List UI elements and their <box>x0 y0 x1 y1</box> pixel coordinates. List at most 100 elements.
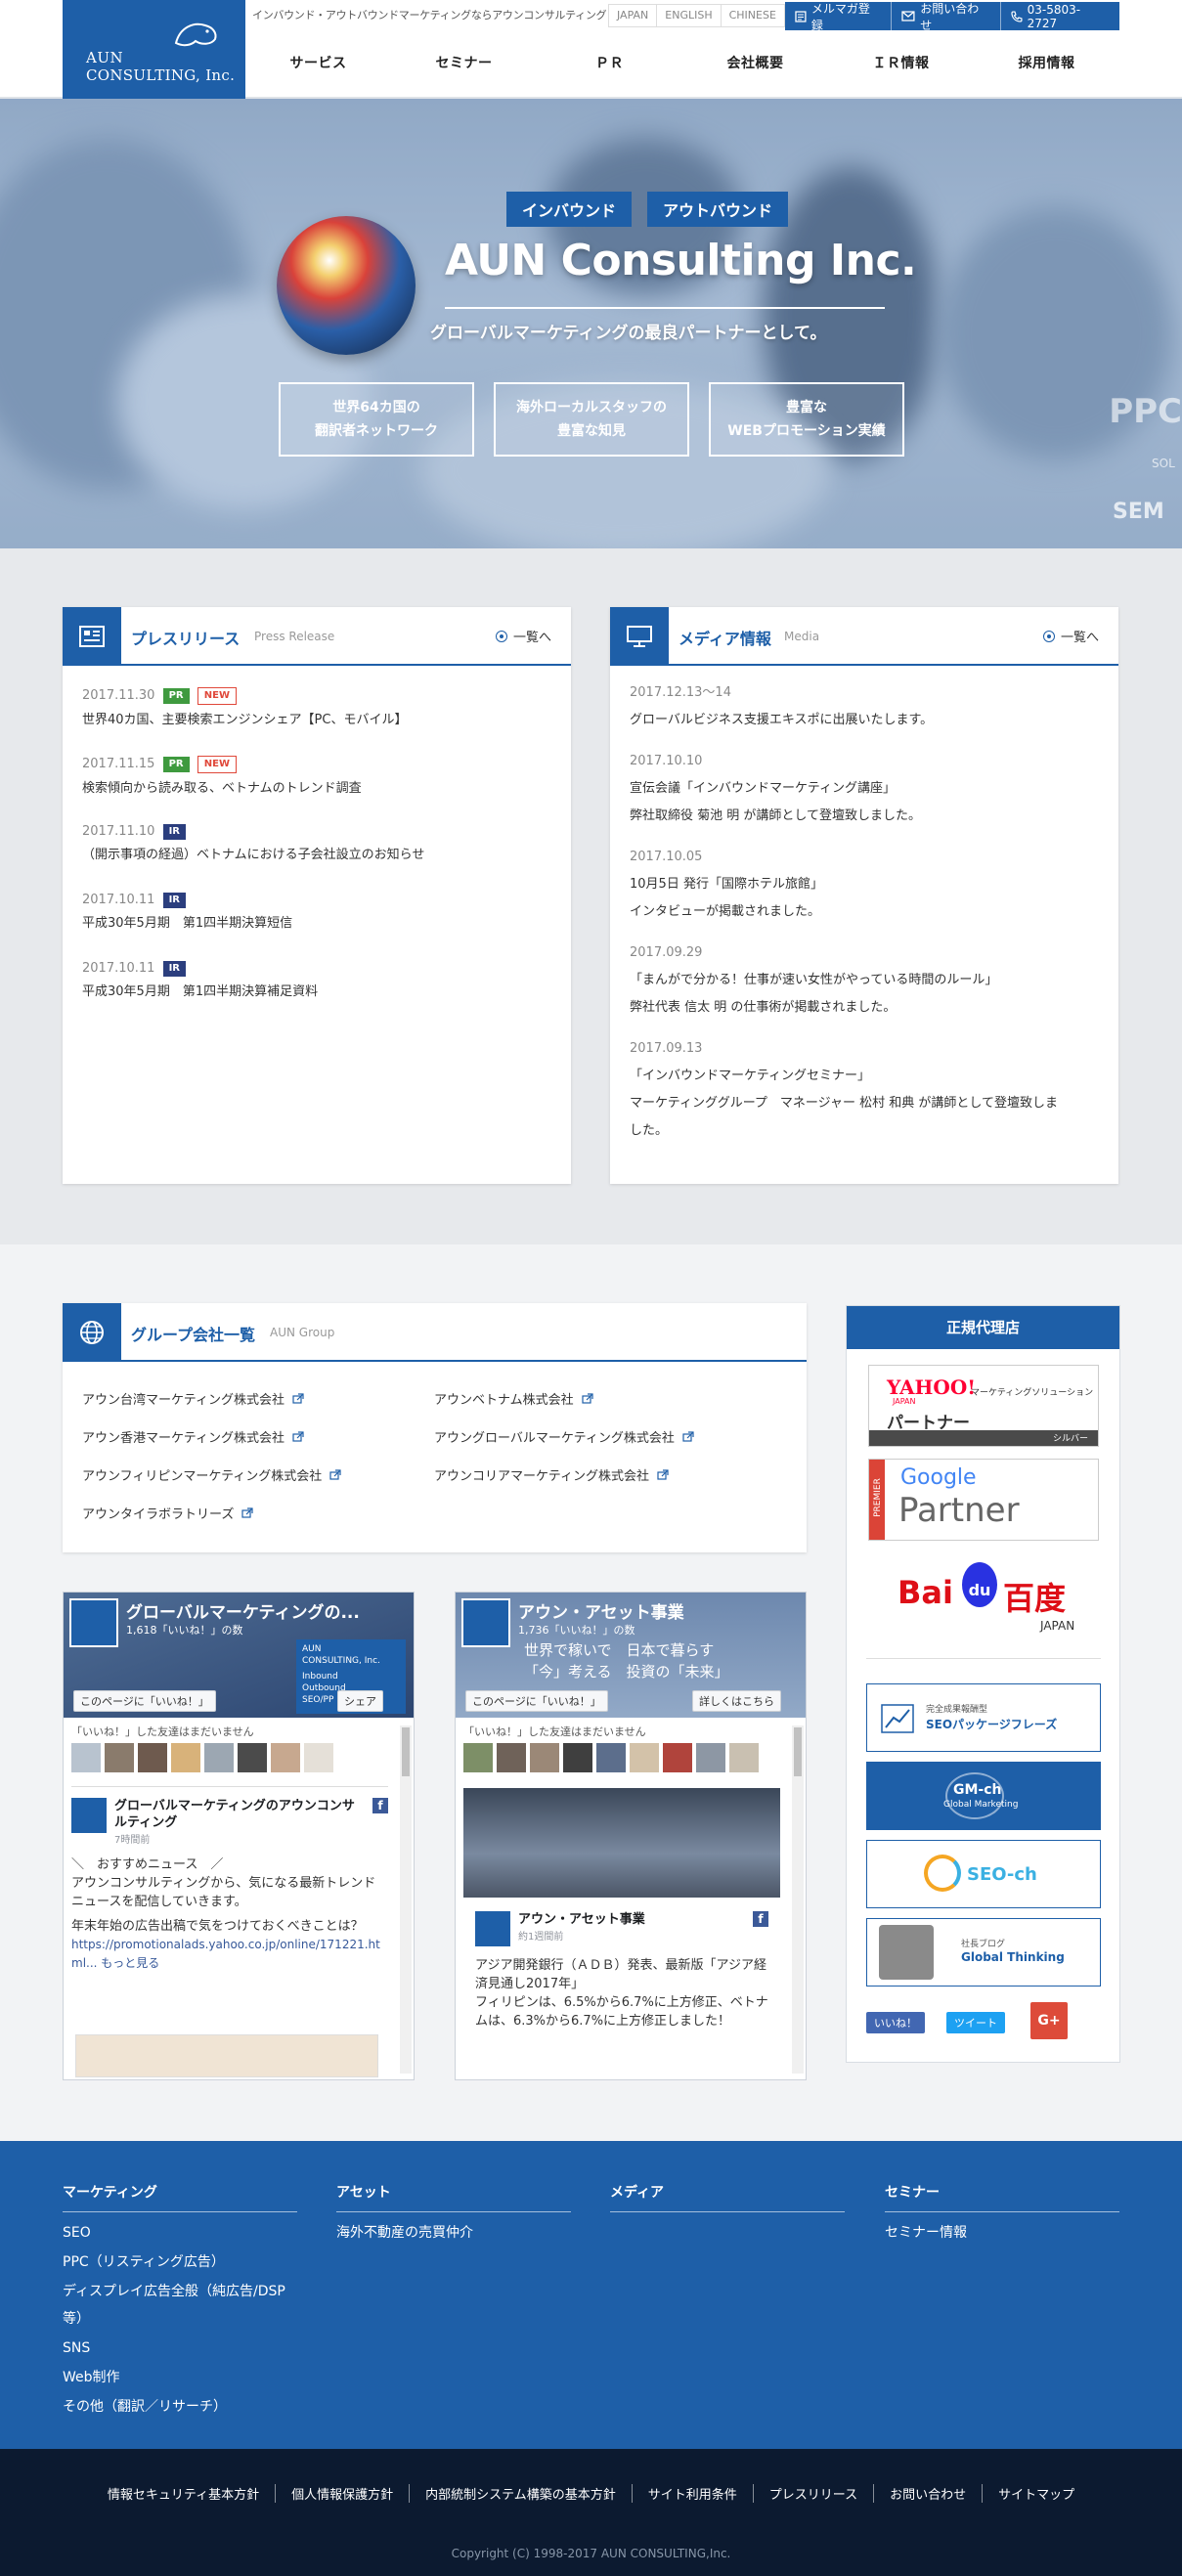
fb-post-image[interactable] <box>75 2034 378 2077</box>
footer-link-sns[interactable]: SNS <box>63 2339 297 2357</box>
lang-japan[interactable]: JAPAN <box>609 5 658 26</box>
footer-bottom-link[interactable]: 内部統制システム構築の基本方針 <box>409 2484 632 2503</box>
press-item[interactable]: 2017.11.10 IR （開示事項の経過）ベトナムにおける子会社設立のお知ら… <box>82 824 561 865</box>
nav-company[interactable]: 会社概要 <box>682 53 828 72</box>
tweet-button[interactable]: ツイート <box>946 2012 1005 2033</box>
footer-link-web[interactable]: Web制作 <box>63 2369 297 2386</box>
media-item[interactable]: 2017.10.05 10月5日 発行「国際ホテル旅館」 インタビューが掲載され… <box>630 844 1109 926</box>
group-link-philippines[interactable]: アウンフィリピンマーケティング株式会社 <box>82 1465 341 1484</box>
footer-link-ppc[interactable]: PPC（リスティング広告） <box>63 2253 297 2271</box>
footer-bottom-link[interactable]: プレスリリース <box>752 2484 873 2503</box>
nav-service[interactable]: サービス <box>245 53 391 72</box>
group-link-thai[interactable]: アウンタイラボラトリーズ <box>82 1504 253 1522</box>
media-item[interactable]: 2017.09.13 「インバウンドマーケティングセミナー」 マーケティンググル… <box>630 1035 1109 1145</box>
avatar[interactable] <box>71 1743 101 1772</box>
yahoo-partner-badge[interactable]: YAHOO! JAPAN マーケティングソリューション パートナー シルバー <box>868 1365 1099 1447</box>
footer-link-seo[interactable]: SEO <box>63 2224 297 2242</box>
fb-like-page-button[interactable]: このページに「いいね！」 <box>73 1690 216 1712</box>
gm-ch-banner[interactable]: GM-ch Global Marketing <box>866 1762 1101 1830</box>
avatar[interactable] <box>696 1743 725 1772</box>
press-item[interactable]: 2017.10.11 IR 平成30年5月期 第1四半期決算短信 <box>82 893 561 934</box>
media-item[interactable]: 2017.10.10 宣伝会議「インバウンドマーケティング講座」 弊社取締役 菊… <box>630 748 1109 830</box>
fb-page-name[interactable]: アウン・アセット事業 <box>518 1598 792 1623</box>
media-item[interactable]: 2017.09.29 「まんがで分かる！仕事が速い女性がやっている時間のルール」… <box>630 939 1109 1022</box>
lang-english[interactable]: ENGLISH <box>657 5 722 26</box>
avatar[interactable] <box>171 1743 200 1772</box>
fb-like-button[interactable]: いいね！ <box>866 2012 925 2033</box>
media-more-link[interactable]: 一覧へ <box>1042 627 1099 645</box>
footer-link-other[interactable]: その他（翻訳／リサーチ） <box>63 2398 297 2416</box>
avatar[interactable] <box>630 1743 659 1772</box>
group-link-taiwan[interactable]: アウン台湾マーケティング株式会社 <box>82 1389 304 1408</box>
phone-button[interactable]: 03-5803-2727 <box>999 2 1119 30</box>
contact-button[interactable]: お問い合わせ <box>891 2 999 32</box>
avatar[interactable] <box>105 1743 134 1772</box>
footer-bottom-link[interactable]: サイト利用条件 <box>631 2484 753 2503</box>
press-item[interactable]: 2017.11.15 PR NEW 検索傾向から読み取る、ベトナムのトレンド調査 <box>82 756 561 799</box>
group-link-vietnam[interactable]: アウンベトナム株式会社 <box>434 1389 593 1408</box>
avatar[interactable] <box>304 1743 333 1772</box>
fb-like-page-button[interactable]: このページに「いいね！」 <box>465 1690 608 1712</box>
footer-bottom-link[interactable]: 情報セキュリティ基本方針 <box>92 2484 275 2503</box>
fb-page-avatar[interactable] <box>69 1598 118 1647</box>
fb-page-name[interactable]: グローバルマーケティングの... <box>126 1598 400 1623</box>
footer-bottom-link[interactable]: お問い合わせ <box>873 2484 982 2503</box>
fb-post-author[interactable]: グローバルマーケティングのアウンコンサルティング <box>71 1798 388 1831</box>
fb-scrollbar[interactable] <box>792 1725 804 2074</box>
press-item[interactable]: 2017.10.11 IR 平成30年5月期 第1四半期決算補足資料 <box>82 961 561 1002</box>
seo-ch-banner[interactable]: SEO-ch <box>866 1840 1101 1908</box>
avatar[interactable] <box>271 1743 300 1772</box>
seo-package-banner[interactable]: 完全成果報酬型 SEOパッケージフレーズ <box>866 1683 1101 1752</box>
fb-page-avatar[interactable] <box>461 1598 510 1647</box>
fb-like-page-label: このページに「いいね！」 <box>80 1695 209 1708</box>
media-text: 「まんがで分かる！仕事が速い女性がやっている時間のルール」 <box>630 973 998 987</box>
fb-share-button[interactable]: シェア <box>337 1690 383 1712</box>
nav-ir[interactable]: ＩＲ情報 <box>828 53 974 72</box>
fb-scrollbar-thumb[interactable] <box>402 1727 410 1776</box>
avatar[interactable] <box>238 1743 267 1772</box>
fb-scrollbar-thumb[interactable] <box>794 1727 802 1776</box>
lang-chinese[interactable]: CHINESE <box>722 5 784 26</box>
site-logo[interactable]: AUN CONSULTING, Inc. <box>63 0 245 99</box>
group-link-global[interactable]: アウングローバルマーケティング株式会社 <box>434 1427 694 1446</box>
avatar[interactable] <box>138 1743 167 1772</box>
avatar[interactable] <box>663 1743 692 1772</box>
footer-link-seminar[interactable]: セミナー情報 <box>885 2224 1119 2242</box>
footer-link-display[interactable]: ディスプレイ広告全般（純広告/DSP <box>63 2283 297 2300</box>
avatar[interactable] <box>729 1743 759 1772</box>
group-link-hongkong[interactable]: アウン香港マーケティング株式会社 <box>82 1427 304 1446</box>
fb-post-image[interactable] <box>463 1788 780 1898</box>
avatar[interactable] <box>596 1743 626 1772</box>
press-more-link[interactable]: 一覧へ <box>495 627 551 645</box>
group-link-korea[interactable]: アウンコリアマーケティング株式会社 <box>434 1465 669 1484</box>
fb-post-link[interactable]: https://promotionalads.yahoo.co.jp/onlin… <box>71 1936 388 1973</box>
fb-post-avatar[interactable] <box>71 1798 107 1833</box>
nav-pr[interactable]: ＰＲ <box>537 53 682 72</box>
avatar[interactable] <box>204 1743 234 1772</box>
google-partner-badge[interactable]: PREMIER Google Partner <box>868 1459 1099 1541</box>
press-item[interactable]: 2017.11.30 PR NEW 世界40カ国、主要検索エンジンシェア【PC、… <box>82 687 561 730</box>
feature-line: 豊富な <box>786 400 827 415</box>
footer-link-realestate[interactable]: 海外不動産の売買仲介 <box>336 2224 571 2242</box>
avatar[interactable] <box>463 1743 493 1772</box>
footer-bottom-link[interactable]: 個人情報保護方針 <box>275 2484 409 2503</box>
avatar[interactable] <box>530 1743 559 1772</box>
fb-scrollbar[interactable] <box>400 1725 412 2074</box>
media-item[interactable]: 2017.12.13〜14 グローバルビジネス支援エキスポに出展いたします。 <box>630 679 1109 734</box>
avatar[interactable] <box>563 1743 592 1772</box>
ceo-blog-banner[interactable]: 社長ブログ Global Thinking <box>866 1918 1101 1987</box>
footer-col-marketing: マーケティング SEO PPC（リスティング広告） ディスプレイ広告全般（純広告… <box>63 2182 297 2416</box>
baidu-badge[interactable]: Bai du 百度 JAPAN <box>868 1556 1099 1638</box>
footer-bottom-link[interactable]: サイトマップ <box>982 2484 1090 2503</box>
fb-post-author[interactable]: アウン・アセット事業 <box>463 1911 780 1928</box>
footer-link-display-cont[interactable]: 等） <box>63 2310 297 2328</box>
group-link-label: アウンフィリピンマーケティング株式会社 <box>82 1469 323 1484</box>
fb-post-avatar[interactable] <box>475 1911 510 1946</box>
google-plus-button[interactable]: G+ <box>1030 2002 1068 2039</box>
fb-detail-button[interactable]: 詳しくはこちら <box>692 1690 781 1712</box>
newsletter-button[interactable]: メルマガ登録 <box>785 2 891 32</box>
avatar[interactable] <box>497 1743 526 1772</box>
nav-seminar[interactable]: セミナー <box>391 53 537 72</box>
new-badge: NEW <box>197 687 237 705</box>
nav-recruit[interactable]: 採用情報 <box>974 53 1119 72</box>
